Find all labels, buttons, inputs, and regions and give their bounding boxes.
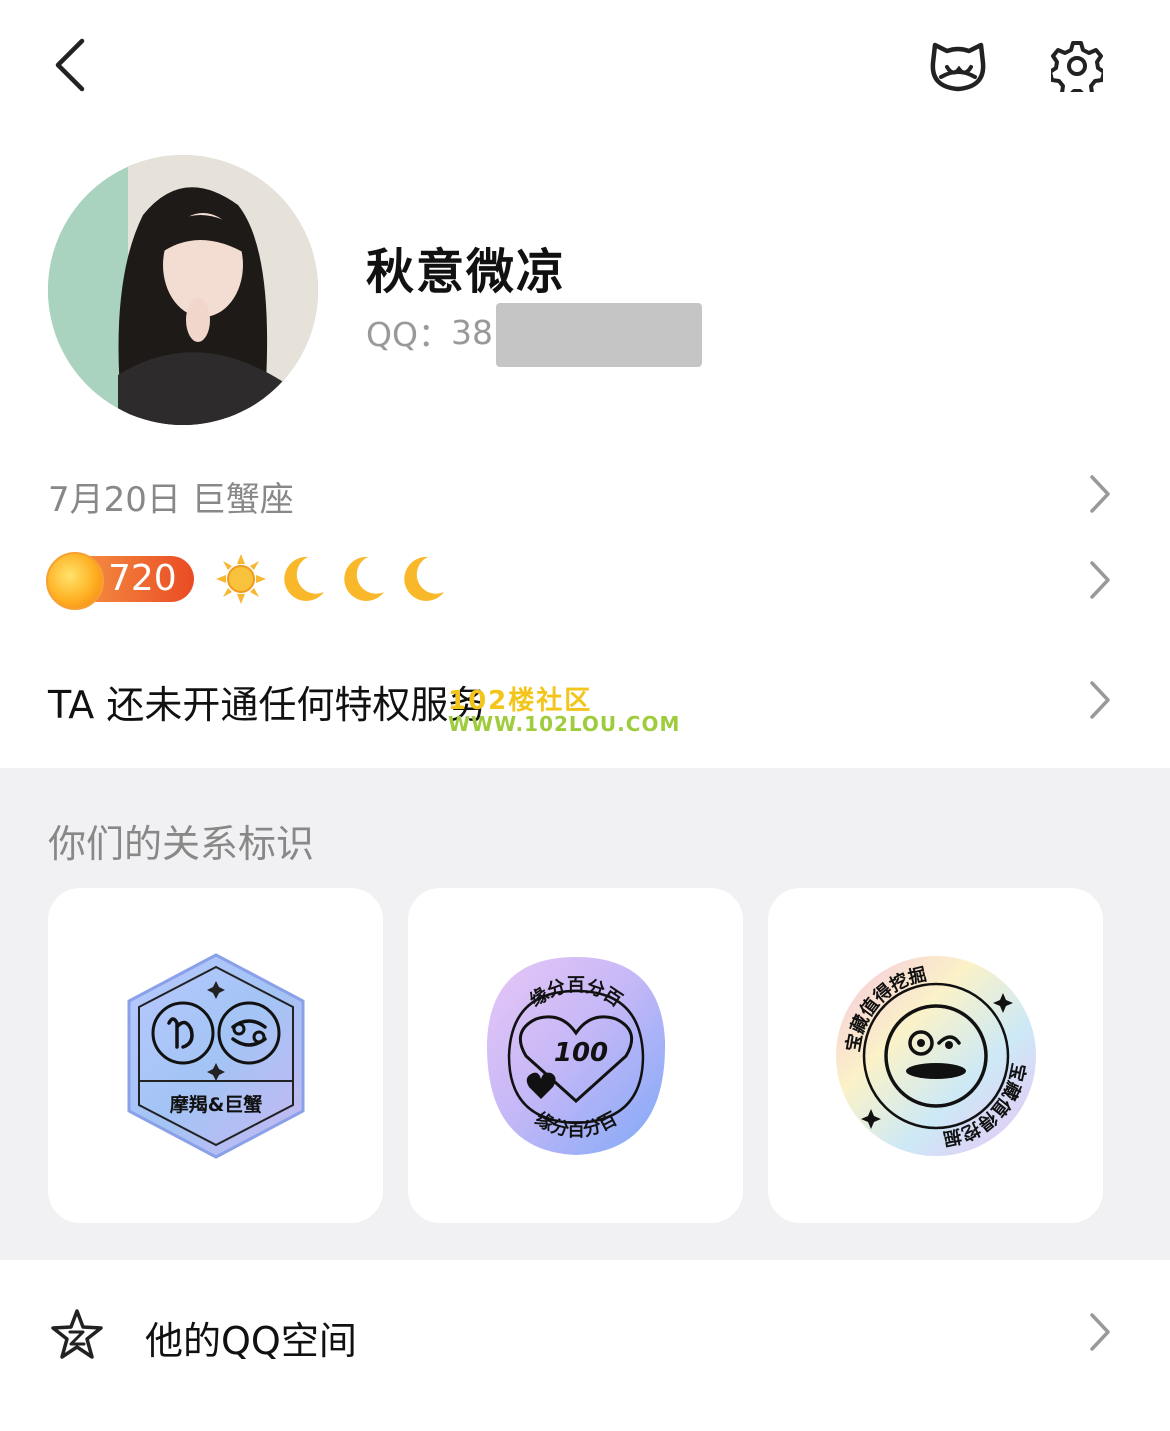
pet-face-icon bbox=[930, 42, 986, 92]
qq-number: QQ： 38 bbox=[366, 308, 493, 356]
level-coin-icon bbox=[46, 552, 104, 610]
birthday-row[interactable]: 7月20日 巨蟹座 bbox=[0, 450, 1170, 534]
zodiac-badge-label: 摩羯&巨蟹 bbox=[169, 1093, 262, 1116]
birthday-text: 7月20日 巨蟹座 bbox=[48, 480, 294, 520]
treasure-badge-card[interactable]: 宝藏值得挖掘 宝藏值得挖掘 bbox=[768, 888, 1103, 1223]
avatar-photo bbox=[48, 155, 318, 425]
level-number: 720 bbox=[108, 558, 177, 599]
treasure-badge-icon: 宝藏值得挖掘 宝藏值得挖掘 bbox=[835, 955, 1036, 1156]
qq-redaction bbox=[496, 303, 702, 367]
moon-icon bbox=[404, 556, 444, 601]
chevron-right-icon bbox=[1090, 681, 1110, 719]
level-row[interactable]: 720 bbox=[0, 550, 1170, 610]
gear-icon bbox=[1051, 41, 1103, 92]
destiny-center-text: 100 bbox=[553, 1038, 607, 1068]
qq-label: QQ： bbox=[366, 315, 451, 354]
zodiac-badge-icon: 摩羯&巨蟹 bbox=[127, 952, 304, 1159]
qzone-label: 他的QQ空间 bbox=[145, 1319, 357, 1363]
chevron-right-icon bbox=[1090, 561, 1110, 599]
privilege-text: TA 还未开通任何特权服务 bbox=[48, 683, 487, 727]
nickname: 秋意微凉 bbox=[366, 244, 567, 300]
relation-section: 你们的关系标识 摩羯&巨蟹 缘分百分百 缘分百分百 100 宝藏值得挖掘 宝藏值… bbox=[0, 768, 1170, 1260]
avatar[interactable] bbox=[48, 155, 318, 425]
destiny-badge-icon: 缘分百分百 缘分百分百 100 bbox=[486, 956, 665, 1155]
moon-icon bbox=[344, 556, 384, 601]
chevron-left-icon bbox=[55, 38, 85, 92]
settings-button[interactable] bbox=[1040, 30, 1114, 102]
chevron-right-icon bbox=[1090, 1313, 1110, 1351]
relation-title: 你们的关系标识 bbox=[48, 822, 315, 866]
moon-icon bbox=[284, 556, 324, 601]
pet-button[interactable] bbox=[918, 30, 998, 100]
destiny-badge-card[interactable]: 缘分百分百 缘分百分百 100 bbox=[408, 888, 743, 1223]
qzone-star-icon bbox=[51, 1309, 103, 1359]
back-button[interactable] bbox=[40, 30, 100, 100]
watermark: 102楼社区 WWW.102LOU.COM bbox=[448, 688, 680, 734]
watermark-url: WWW.102LOU.COM bbox=[448, 712, 681, 736]
qzone-row[interactable]: 他的QQ空间 bbox=[0, 1260, 1170, 1410]
level-badge: 720 bbox=[46, 552, 194, 610]
zodiac-badge-card[interactable]: 摩羯&巨蟹 bbox=[48, 888, 383, 1223]
sun-icon bbox=[216, 554, 266, 604]
qq-prefix: 38 bbox=[450, 312, 493, 352]
chevron-right-icon bbox=[1090, 475, 1110, 513]
watermark-title: 102楼社区 bbox=[448, 686, 593, 716]
